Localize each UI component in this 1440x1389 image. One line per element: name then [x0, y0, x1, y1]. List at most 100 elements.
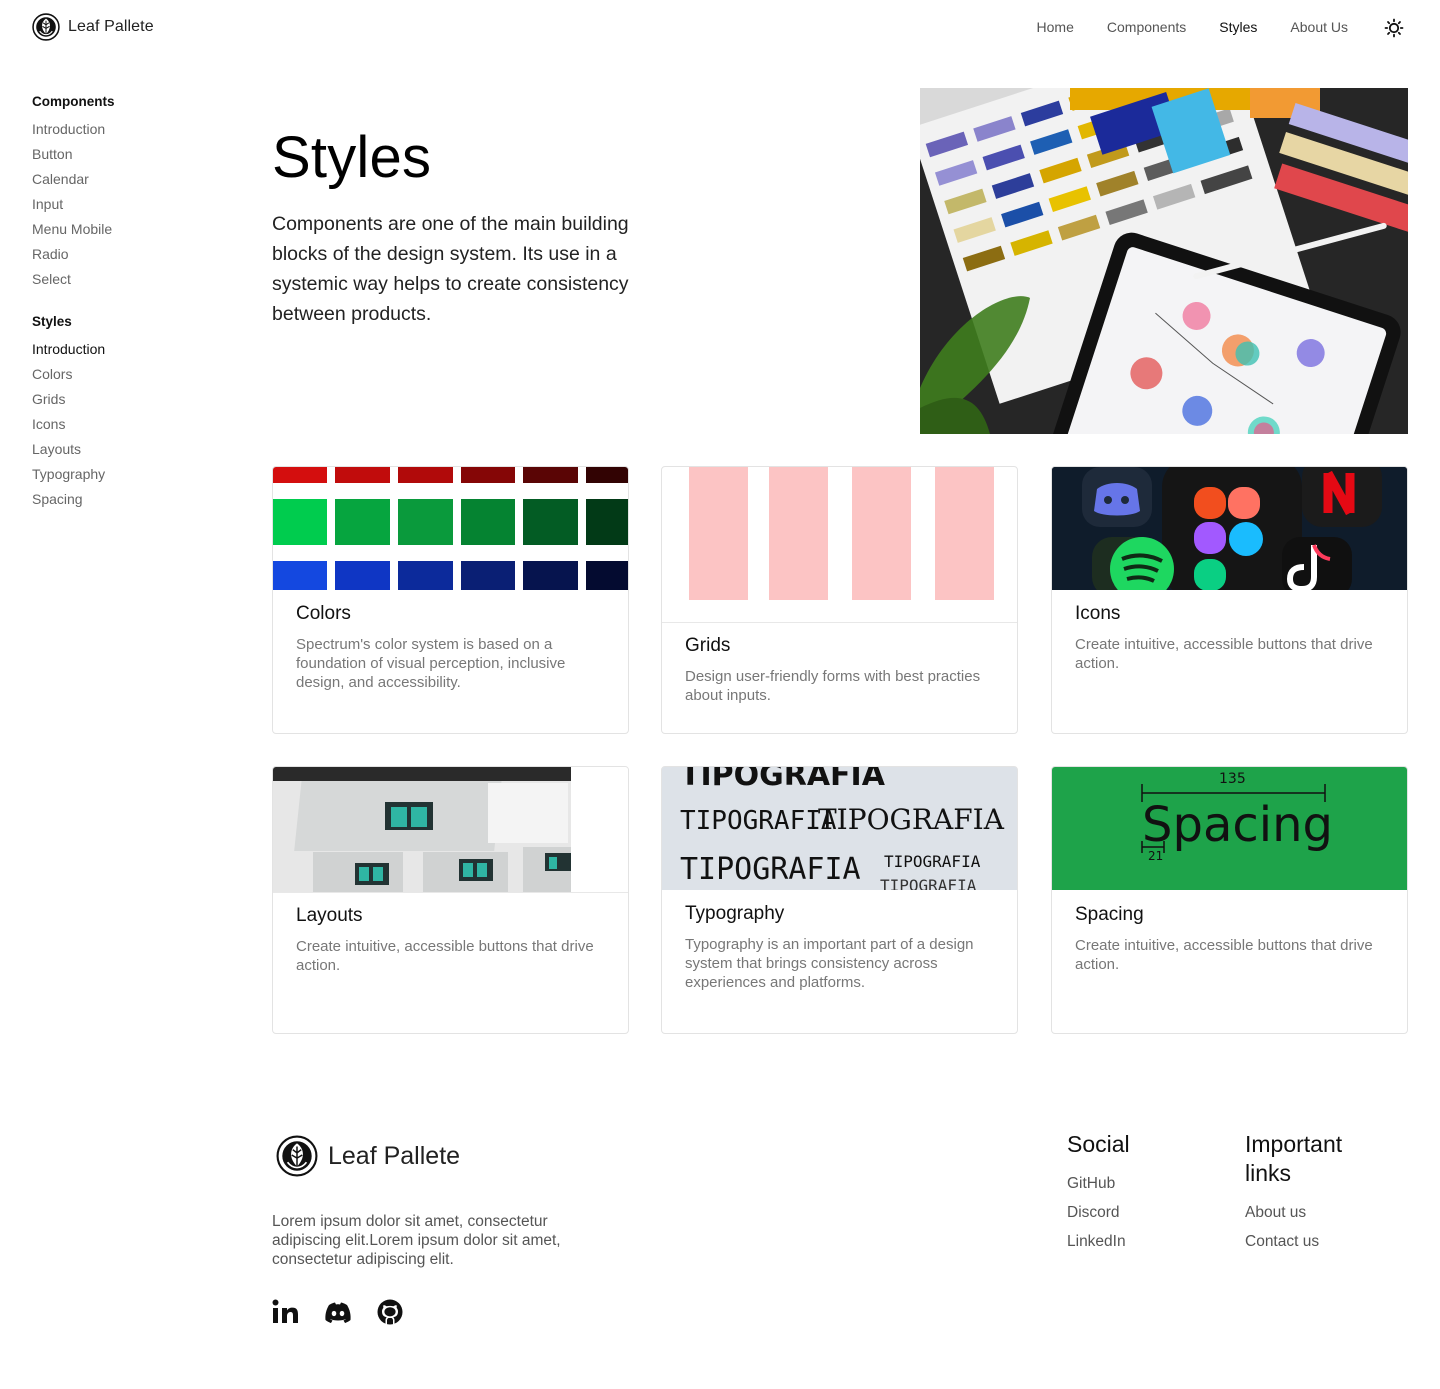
- sidebar-item-icons[interactable]: Icons: [32, 416, 212, 441]
- color-swatch: [335, 561, 390, 590]
- discord-icon[interactable]: [324, 1298, 352, 1326]
- card-grids[interactable]: Grids Design user-friendly forms with be…: [661, 466, 1018, 734]
- color-swatch: [273, 467, 327, 483]
- sidebar-item-typography[interactable]: Typography: [32, 466, 212, 491]
- color-swatch: [273, 499, 327, 545]
- color-swatch: [398, 561, 453, 590]
- color-swatch: [461, 499, 515, 545]
- nav-about-us[interactable]: About Us: [1290, 19, 1348, 35]
- typo-word-4: TIPOGRAFIA: [680, 852, 861, 887]
- footer-link-contact-us[interactable]: Contact us: [1245, 1232, 1385, 1261]
- color-swatch: [335, 499, 390, 545]
- grids-image: [662, 467, 1017, 623]
- footer-important-title: Important links: [1245, 1131, 1343, 1186]
- sidebar-item-spacing[interactable]: Spacing: [32, 491, 212, 516]
- card-title: Typography: [685, 903, 785, 924]
- card-title: Grids: [685, 635, 731, 656]
- spacing-image: 135 Spacing 21: [1052, 767, 1407, 890]
- colors-swatch-image: [273, 467, 628, 590]
- card-spacing[interactable]: 135 Spacing 21 Spacing Create intuitive,…: [1051, 766, 1408, 1034]
- linkedin-icon[interactable]: [272, 1298, 300, 1326]
- card-title: Layouts: [296, 905, 363, 926]
- card-title: Spacing: [1075, 904, 1144, 925]
- sidebar-group-styles: Styles: [32, 314, 72, 329]
- footer-social-column: Social GitHub Discord LinkedIn: [1067, 1130, 1130, 1261]
- brand-logo[interactable]: Leaf Pallete: [32, 13, 154, 41]
- color-swatch: [461, 467, 515, 483]
- sidebar-item-menu-mobile[interactable]: Menu Mobile: [32, 221, 212, 246]
- color-swatch-photo: [920, 88, 1408, 434]
- spacing-specimen: 135 Spacing 21: [1052, 767, 1407, 890]
- footer-brand-logo[interactable]: Leaf Pallete: [276, 1135, 460, 1177]
- color-swatch: [335, 467, 390, 483]
- color-swatch: [273, 561, 327, 590]
- spacing-word: Spacing: [1142, 797, 1333, 853]
- typography-image: TIPOGRAFIA TIPOGRAFIA TIPOGRAFIA TIPOGRA…: [662, 767, 1017, 890]
- footer-link-discord[interactable]: Discord: [1067, 1203, 1130, 1232]
- color-swatch: [523, 561, 578, 590]
- sidebar-item-colors[interactable]: Colors: [32, 366, 212, 391]
- sidebar-item-radio[interactable]: Radio: [32, 246, 212, 271]
- color-swatch: [461, 561, 515, 590]
- sidebar-item-select[interactable]: Select: [32, 271, 212, 296]
- sidebar-item-button[interactable]: Button: [32, 146, 212, 171]
- footer-link-linkedin[interactable]: LinkedIn: [1067, 1232, 1130, 1261]
- sidebar-item-layouts[interactable]: Layouts: [32, 441, 212, 466]
- card-layouts[interactable]: Layouts Create intuitive, accessible but…: [272, 766, 629, 1034]
- nav-home[interactable]: Home: [1037, 19, 1074, 35]
- footer-important-column: Important links About us Contact us: [1245, 1130, 1385, 1261]
- card-title: Colors: [296, 603, 351, 624]
- card-icons[interactable]: Icons Create intuitive, accessible butto…: [1051, 466, 1408, 734]
- typo-word-6: TIPOGRAFIA: [880, 876, 977, 890]
- card-description: Create intuitive, accessible buttons tha…: [1075, 937, 1373, 973]
- typo-word-1: TIPOGRAFIA: [680, 767, 886, 793]
- card-description: Create intuitive, accessible buttons tha…: [1075, 636, 1373, 672]
- main-nav: Home Components Styles About Us: [1037, 19, 1348, 35]
- sidebar-item-grids[interactable]: Grids: [32, 391, 212, 416]
- page-intro: Components are one of the main building …: [272, 213, 629, 325]
- icons-image: [1052, 467, 1407, 590]
- footer-link-about-us[interactable]: About us: [1245, 1203, 1385, 1232]
- sidebar: Components Introduction Button Calendar …: [32, 92, 212, 516]
- sidebar-item-calendar[interactable]: Calendar: [32, 171, 212, 196]
- nav-styles[interactable]: Styles: [1219, 19, 1257, 35]
- spacing-side-measure: 21: [1148, 849, 1163, 863]
- leaf-logo-icon: [276, 1135, 318, 1177]
- page-title: Styles: [272, 125, 432, 190]
- footer-brand-name: Leaf Pallete: [328, 1141, 461, 1170]
- sidebar-item-introduction[interactable]: Introduction: [32, 121, 212, 146]
- color-swatch: [586, 467, 628, 483]
- brand-name: Leaf Pallete: [68, 18, 154, 35]
- nav-components[interactable]: Components: [1107, 19, 1186, 35]
- layouts-image: [273, 767, 628, 893]
- footer-link-github[interactable]: GitHub: [1067, 1174, 1130, 1203]
- sidebar-group-components: Components: [32, 94, 115, 109]
- color-swatch: [523, 467, 578, 483]
- leaf-logo-icon: [32, 13, 60, 41]
- card-description: Create intuitive, accessible buttons tha…: [296, 938, 594, 974]
- github-icon[interactable]: [376, 1298, 404, 1326]
- footer-description: Lorem ipsum dolor sit amet, consectetur …: [272, 1213, 561, 1268]
- card-colors[interactable]: Colors Spectrum's color system is based …: [272, 466, 629, 734]
- card-description: Spectrum's color system is based on a fo…: [296, 636, 566, 691]
- spacing-top-measure: 135: [1219, 771, 1246, 787]
- typo-word-3: TIPOGRAFIA: [818, 803, 1005, 836]
- typo-word-2: TIPOGRAFIA: [680, 806, 837, 836]
- sun-icon[interactable]: [1384, 18, 1404, 38]
- footer-social-title: Social: [1067, 1131, 1130, 1157]
- card-description: Design user-friendly forms with best pra…: [685, 668, 981, 704]
- color-swatch: [398, 467, 453, 483]
- color-swatch: [586, 561, 628, 590]
- card-typography[interactable]: TIPOGRAFIA TIPOGRAFIA TIPOGRAFIA TIPOGRA…: [661, 766, 1018, 1034]
- top-header: Leaf Pallete Home Components Styles Abou…: [0, 0, 1440, 56]
- color-swatch: [398, 499, 453, 545]
- card-description: Typography is an important part of a des…: [685, 936, 974, 991]
- color-swatch: [586, 499, 628, 545]
- color-swatch: [523, 499, 578, 545]
- footer-social-icons: [272, 1298, 404, 1326]
- typography-specimen: TIPOGRAFIA TIPOGRAFIA TIPOGRAFIA TIPOGRA…: [662, 767, 1017, 890]
- card-title: Icons: [1075, 603, 1121, 624]
- hero-image: [920, 88, 1408, 434]
- sidebar-item-styles-introduction[interactable]: Introduction: [32, 341, 212, 366]
- sidebar-item-input[interactable]: Input: [32, 196, 212, 221]
